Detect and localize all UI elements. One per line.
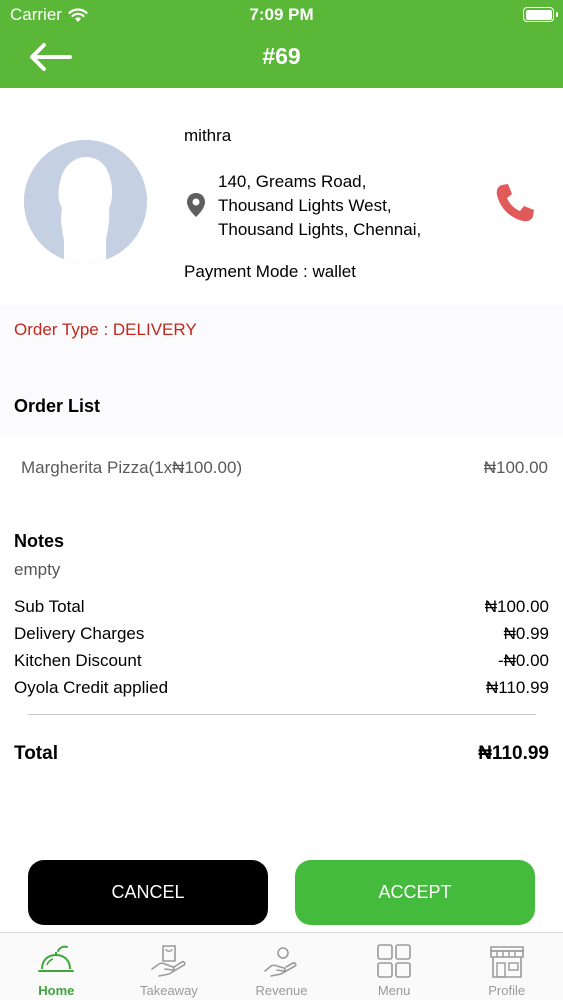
battery-icon (523, 7, 558, 22)
summary-row-discount: Kitchen Discount -₦0.00 (14, 651, 549, 671)
takeaway-bag-hand-icon (151, 945, 186, 977)
phone-call-icon[interactable] (493, 181, 537, 225)
list-item: Margherita Pizza(1x₦100.00) ₦100.00 (0, 435, 563, 505)
tab-takeaway[interactable]: Takeaway (113, 933, 226, 1000)
summary-label: Sub Total (14, 597, 85, 616)
summary-value: ₦100.00 (484, 597, 549, 616)
avatar (24, 140, 147, 263)
summary-label: Delivery Charges (14, 624, 145, 643)
address-line: Thousand Lights, Chennai, (218, 220, 422, 239)
tab-home[interactable]: Home (0, 933, 113, 1000)
summary-value: ₦110.99 (485, 678, 549, 697)
app-header: Carrier 7:09 PM #69 (0, 0, 563, 88)
order-info-section: Order Type : DELIVERY Order List (0, 305, 563, 435)
status-bar: Carrier 7:09 PM (0, 0, 563, 30)
item-name: Margherita Pizza(1x₦100.00) (21, 458, 243, 477)
total-label: Total (14, 743, 58, 764)
location-pin-icon (187, 193, 205, 217)
user-silhouette-icon (24, 140, 147, 263)
summary-row-credit: Oyola Credit applied ₦110.99 (14, 678, 549, 698)
total-row: Total ₦110.99 (14, 743, 549, 765)
grid-menu-icon (377, 944, 411, 978)
divider (28, 714, 536, 715)
tab-profile[interactable]: Profile (450, 933, 563, 1000)
food-cloche-icon (38, 945, 75, 972)
summary-row-delivery: Delivery Charges ₦0.99 (14, 624, 549, 644)
summary-label: Kitchen Discount (14, 651, 142, 670)
customer-card: mithra 140, Greams Road, Thousand Lights… (0, 88, 563, 305)
tab-label: Home (38, 983, 75, 998)
summary-value: ₦0.99 (503, 624, 549, 643)
address-line: 140, Greams Road, (218, 172, 367, 191)
address-line: Thousand Lights West, (218, 196, 392, 215)
summary-row-subtotal: Sub Total ₦100.00 (14, 597, 549, 617)
tab-label: Revenue (255, 983, 308, 998)
store-front-icon (489, 946, 524, 978)
order-type-label: Order Type : DELIVERY (14, 320, 197, 339)
tab-revenue[interactable]: Revenue (225, 933, 338, 1000)
total-value: ₦110.99 (478, 743, 549, 764)
tab-label: Profile (488, 983, 526, 998)
status-time: 7:09 PM (249, 5, 314, 24)
tab-label: Menu (377, 983, 411, 998)
payment-mode: Payment Mode : wallet (184, 262, 356, 281)
accept-button[interactable]: ACCEPT (295, 860, 535, 925)
notes-heading: Notes (14, 531, 65, 551)
customer-address: 140, Greams Road, Thousand Lights West, … (218, 170, 421, 242)
bottom-tab-bar: Home Takeaway Revenue Menu Profile (0, 932, 563, 1000)
order-list-heading: Order List (14, 396, 101, 416)
summary-label: Oyola Credit applied (14, 678, 169, 697)
customer-name: mithra (184, 126, 232, 145)
tab-label: Takeaway (139, 983, 198, 998)
page-title: #69 (262, 43, 301, 69)
notes-text: empty (14, 560, 61, 579)
cancel-button[interactable]: CANCEL (28, 860, 268, 925)
summary-value: -₦0.00 (497, 651, 549, 670)
item-price: ₦100.00 (483, 458, 548, 477)
revenue-hand-icon (264, 947, 298, 977)
tab-menu[interactable]: Menu (338, 933, 451, 1000)
